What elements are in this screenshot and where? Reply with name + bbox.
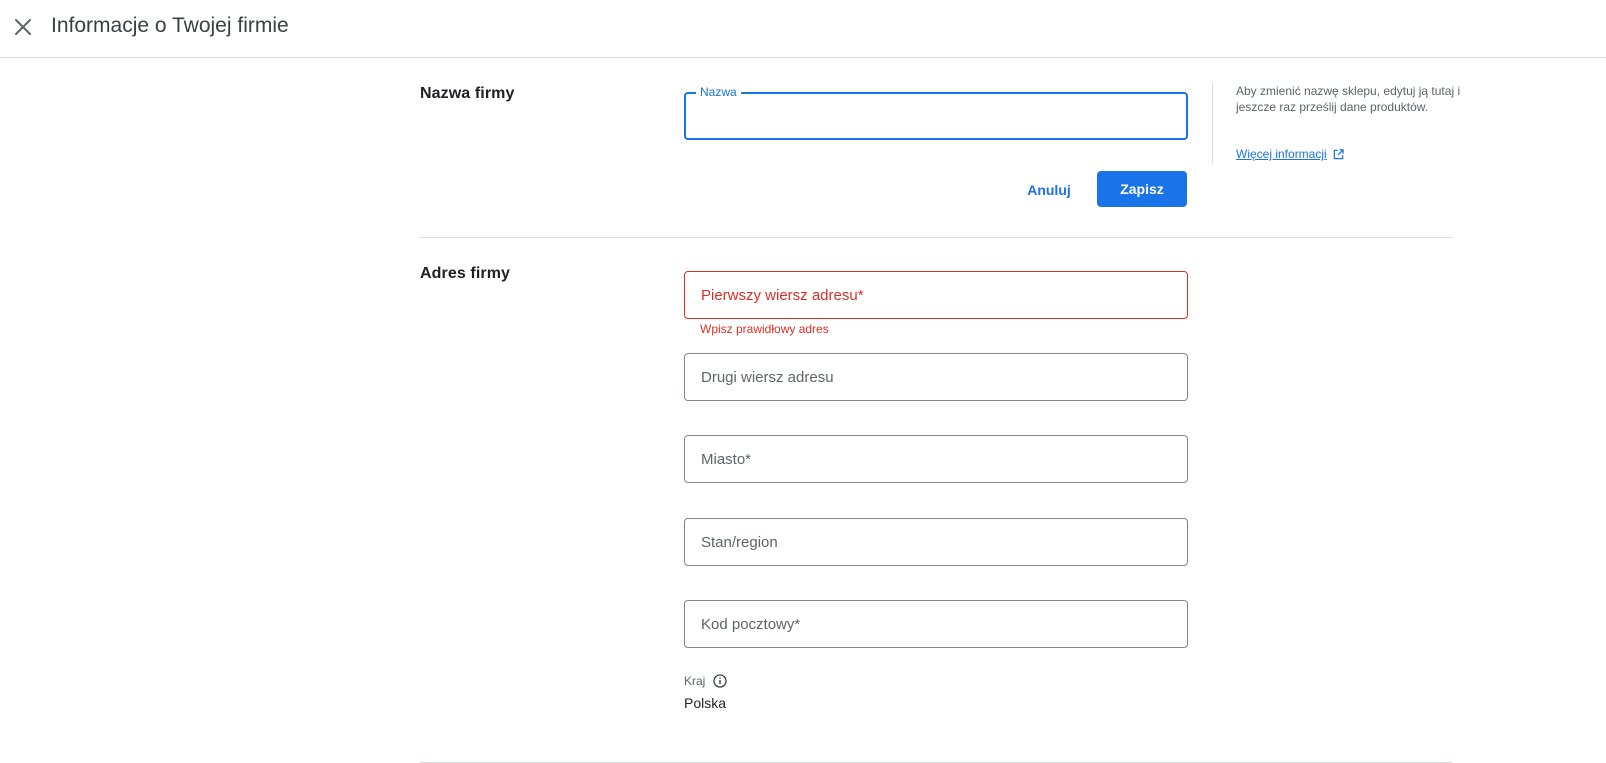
address-line2-field[interactable]: Drugi wiersz adresu — [684, 353, 1188, 401]
external-link-icon — [1333, 148, 1344, 159]
page-header: Informacje o Twojej firmie — [0, 0, 1606, 58]
address-line2-placeholder: Drugi wiersz adresu — [701, 369, 834, 386]
more-info-link-label: Więcej informacji — [1236, 147, 1327, 161]
hint-divider — [1212, 83, 1213, 163]
section-label-business-address: Adres firmy — [420, 265, 511, 282]
country-label-text: Kraj — [684, 674, 706, 688]
save-button[interactable]: Zapisz — [1097, 171, 1187, 207]
address-line1-placeholder: Pierwszy wiersz adresu* — [701, 287, 864, 304]
business-name-field[interactable]: Nazwa — [684, 85, 1188, 140]
city-field[interactable]: Miasto* — [684, 435, 1188, 483]
state-placeholder: Stan/region — [701, 534, 778, 551]
postal-code-placeholder: Kod pocztowy* — [701, 616, 801, 633]
business-name-field-label: Nazwa — [696, 85, 741, 99]
city-placeholder: Miasto* — [701, 451, 752, 468]
postal-code-field[interactable]: Kod pocztowy* — [684, 600, 1188, 648]
country-label: Kraj — [684, 674, 727, 688]
state-field[interactable]: Stan/region — [684, 518, 1188, 566]
close-icon[interactable] — [8, 12, 38, 42]
more-info-link[interactable]: Więcej informacji — [1236, 147, 1344, 161]
section-divider — [420, 237, 1452, 238]
business-name-hint: Aby zmienić nazwę sklepu, edytuj ją tuta… — [1236, 84, 1461, 114]
country-value: Polska — [684, 695, 727, 711]
section-label-business-name: Nazwa firmy — [420, 85, 515, 102]
address-line1-field[interactable]: Pierwszy wiersz adresu* — [684, 271, 1188, 319]
address-line1-error: Wpisz prawidłowy adres — [700, 322, 829, 336]
cancel-button[interactable]: Anuluj — [1014, 172, 1084, 207]
info-icon[interactable] — [713, 674, 727, 688]
page-title: Informacje o Twojej firmie — [51, 14, 289, 37]
